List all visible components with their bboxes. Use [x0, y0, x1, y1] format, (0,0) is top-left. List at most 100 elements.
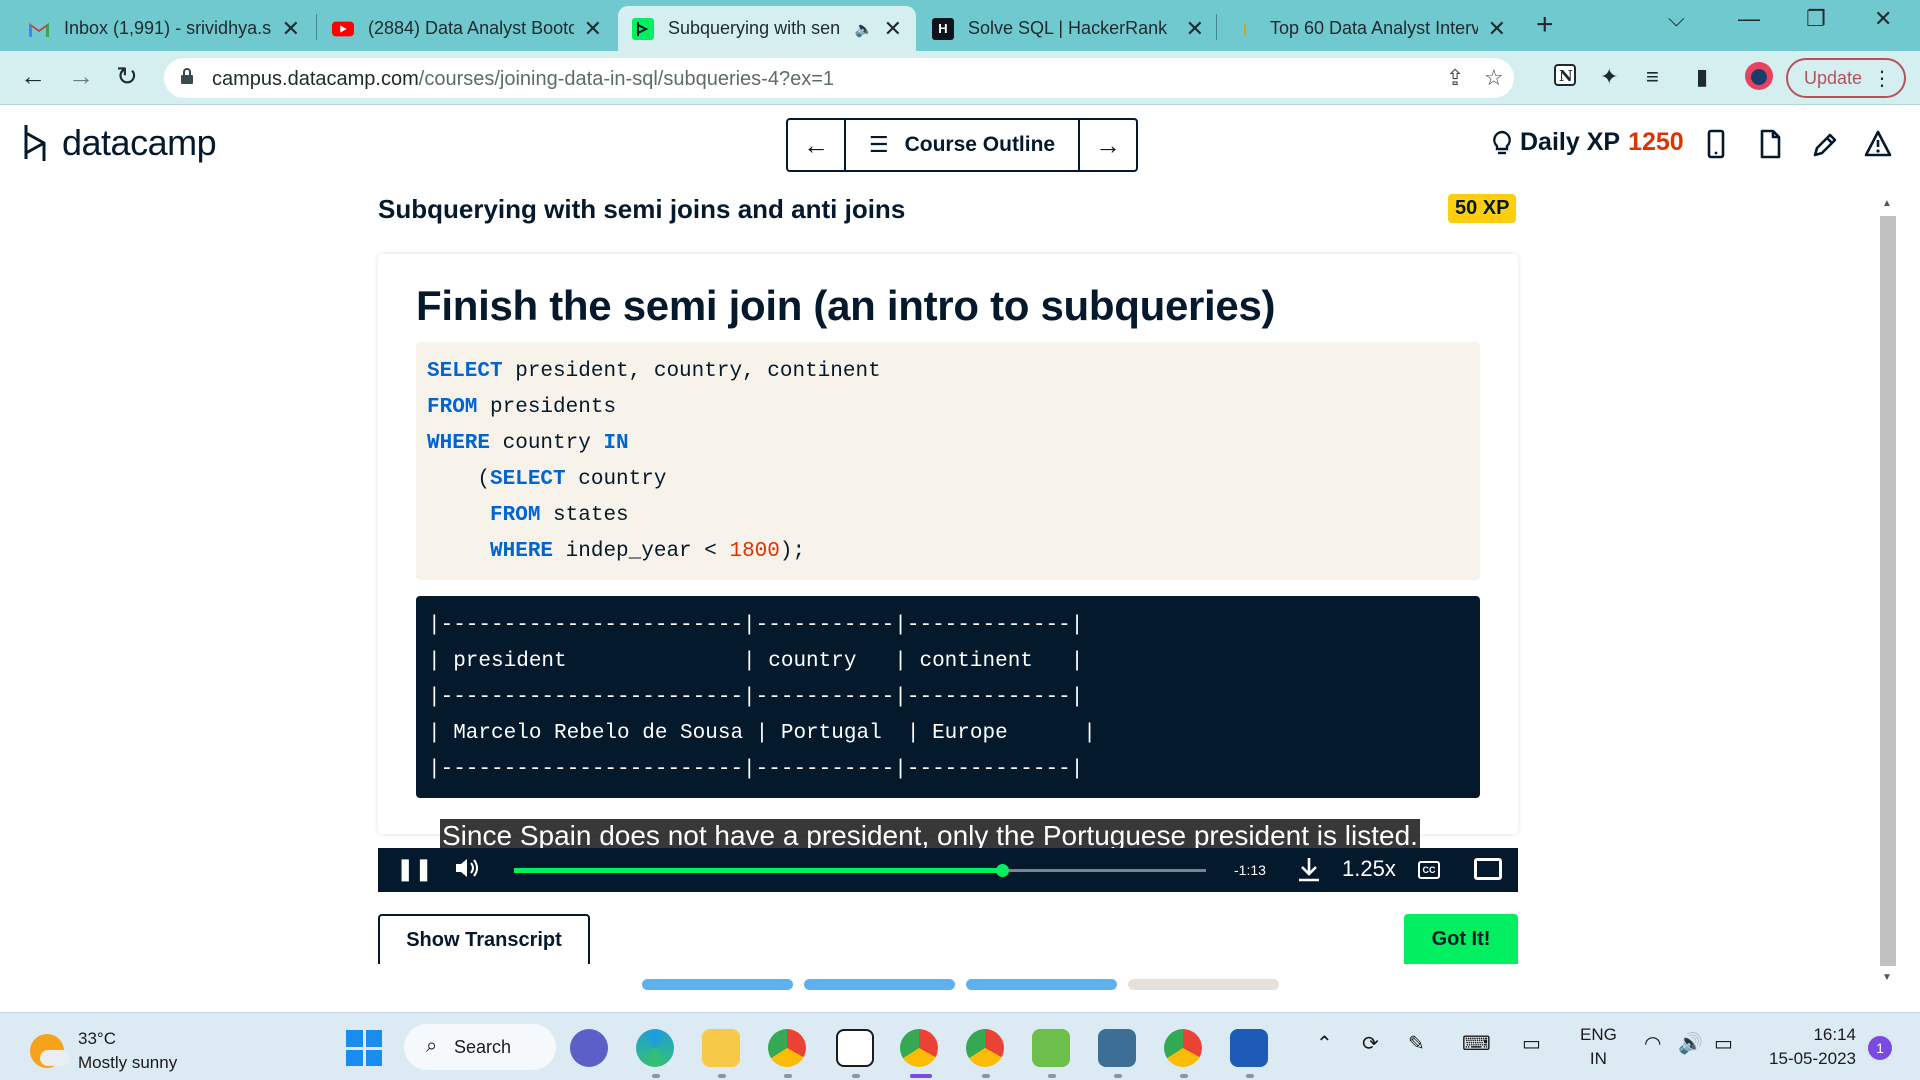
volume-icon[interactable]: [454, 856, 480, 886]
progress-segment[interactable]: [804, 979, 955, 990]
page-scrollbar[interactable]: ▲ ▼: [1878, 192, 1898, 992]
tab-hackerrank[interactable]: H Solve SQL | HackerRank ✕: [918, 6, 1218, 51]
app-running-indicator: [1048, 1074, 1056, 1078]
close-tab-icon[interactable]: ✕: [884, 16, 902, 42]
input-language[interactable]: ENG IN: [1580, 1023, 1617, 1071]
query-result-table: |------------------------|-----------|--…: [416, 596, 1480, 798]
gmail-icon: [28, 18, 50, 40]
back-icon[interactable]: ←: [20, 61, 46, 92]
daily-xp-value: 1250: [1628, 128, 1684, 156]
progress-segment[interactable]: [642, 979, 793, 990]
close-tab-icon[interactable]: ✕: [1186, 16, 1204, 42]
page-icon: |: [1243, 21, 1247, 36]
reload-icon[interactable]: ↻: [116, 61, 138, 92]
progress-segment[interactable]: [966, 979, 1117, 990]
minimize-icon[interactable]: —: [1738, 6, 1760, 32]
close-tab-icon[interactable]: ✕: [584, 16, 602, 42]
url-input[interactable]: campus.datacamp.com/courses/joining-data…: [164, 58, 1514, 98]
svg-text:N: N: [1559, 67, 1573, 85]
show-transcript-button[interactable]: Show Transcript: [378, 914, 590, 964]
side-panel-icon[interactable]: ▮: [1696, 64, 1708, 90]
logo-text: datacamp: [62, 122, 217, 163]
scroll-down-icon[interactable]: ▼: [1882, 972, 1892, 983]
weather-widget[interactable]: 33°C Mostly sunny: [30, 1027, 177, 1075]
speaker-icon[interactable]: 🔈: [855, 20, 874, 38]
pen-menu-icon[interactable]: ✎: [1408, 1031, 1425, 1056]
close-window-icon[interactable]: ✕: [1874, 6, 1892, 32]
datacamp-icon: [632, 17, 654, 40]
file-explorer-icon[interactable]: [702, 1029, 740, 1067]
app-running-indicator: [1180, 1074, 1188, 1078]
forward-icon[interactable]: →: [68, 61, 94, 92]
sql-code-block: SELECT president, country, continent FRO…: [416, 342, 1480, 580]
tab-gmail[interactable]: Inbox (1,991) - srividhya.s ✕: [14, 6, 314, 51]
tab-youtube[interactable]: (2884) Data Analyst Bootc ✕: [318, 6, 616, 51]
mobile-icon[interactable]: [1702, 128, 1730, 160]
video-player-controls: ❚❚ -1:13 1.25x CC: [378, 848, 1518, 892]
show-hidden-icons-chevron-icon[interactable]: ⌃: [1316, 1031, 1333, 1056]
close-tab-icon[interactable]: ✕: [282, 16, 300, 42]
notion-extension-icon[interactable]: N: [1554, 64, 1576, 92]
chrome-icon[interactable]: [768, 1029, 806, 1067]
wifi-icon[interactable]: ◠: [1644, 1031, 1661, 1056]
new-tab-icon[interactable]: +: [1536, 8, 1554, 42]
chrome-profile-3-icon[interactable]: [1164, 1029, 1202, 1067]
system-clock[interactable]: 16:14 15-05-2023: [1762, 1023, 1856, 1071]
restore-icon[interactable]: ❐: [1806, 6, 1826, 32]
daily-xp[interactable]: Daily XP 1250: [1490, 128, 1684, 157]
playback-rate-button[interactable]: 1.25x: [1342, 856, 1396, 882]
course-outline-button[interactable]: ☰ Course Outline: [844, 120, 1080, 170]
tab-interview[interactable]: | Top 60 Data Analyst Interv ✕: [1220, 6, 1520, 51]
mysql-workbench-icon[interactable]: [1098, 1029, 1136, 1067]
fullscreen-icon[interactable]: [1474, 858, 1502, 880]
photo-app-icon[interactable]: [1032, 1029, 1070, 1067]
lesson-title: Subquerying with semi joins and anti joi…: [378, 194, 906, 224]
desktop-icon[interactable]: ▭: [1522, 1031, 1541, 1056]
sync-icon[interactable]: ⟳: [1362, 1031, 1379, 1056]
hackerrank-icon: H: [932, 17, 954, 40]
download-icon[interactable]: [1296, 856, 1322, 888]
report-issue-icon[interactable]: [1864, 128, 1892, 160]
edit-pencil-icon[interactable]: [1810, 128, 1838, 160]
scrollbar-thumb[interactable]: [1880, 216, 1896, 966]
got-it-button[interactable]: Got It!: [1404, 914, 1518, 964]
next-exercise-button[interactable]: →: [1080, 120, 1136, 170]
share-icon[interactable]: ⇪: [1446, 65, 1464, 91]
app-running-indicator: [1114, 1074, 1122, 1078]
word-icon[interactable]: [1230, 1029, 1268, 1067]
video-progress-slider[interactable]: [514, 864, 1206, 877]
chrome-profile-2-icon[interactable]: [966, 1029, 1004, 1067]
battery-icon[interactable]: ▭: [1714, 1031, 1733, 1056]
chrome-profile-icon[interactable]: [900, 1029, 938, 1067]
notification-badge[interactable]: 1: [1868, 1036, 1892, 1060]
teams-icon[interactable]: [570, 1029, 608, 1067]
tab-datacamp[interactable]: Subquerying with sen 🔈 ✕: [618, 6, 916, 51]
scroll-up-icon[interactable]: ▲: [1882, 198, 1892, 209]
notion-icon[interactable]: [836, 1029, 874, 1067]
weather-sun-icon: [30, 1034, 70, 1068]
profile-avatar[interactable]: [1744, 61, 1774, 97]
video-progress-handle[interactable]: [995, 864, 1009, 877]
lock-icon[interactable]: [180, 67, 194, 85]
extensions-puzzle-icon[interactable]: ✦: [1600, 64, 1618, 90]
previous-exercise-button[interactable]: ←: [788, 120, 844, 170]
edge-icon[interactable]: [636, 1029, 674, 1067]
tab-search-chevron-icon[interactable]: ⌵: [1668, 6, 1685, 32]
update-button[interactable]: Update ⋮: [1786, 58, 1906, 98]
taskbar-search[interactable]: ⌕ Search: [404, 1024, 556, 1070]
datacamp-logo[interactable]: datacamp: [22, 122, 217, 164]
tab-title: Inbox (1,991) - srividhya.s: [64, 18, 272, 38]
tab-title: Top 60 Data Analyst Interv: [1270, 18, 1478, 38]
media-control-icon[interactable]: ≡: [1646, 64, 1659, 90]
bookmark-star-icon[interactable]: ☆: [1484, 65, 1504, 91]
close-tab-icon[interactable]: ✕: [1488, 16, 1506, 42]
slide-title: Finish the semi join (an intro to subque…: [416, 282, 1276, 329]
slides-document-icon[interactable]: [1756, 128, 1784, 160]
closed-captions-icon[interactable]: CC: [1418, 861, 1440, 879]
pause-icon[interactable]: ❚❚: [396, 856, 433, 882]
windows-start-icon[interactable]: [346, 1030, 382, 1066]
volume-tray-icon[interactable]: 🔊: [1678, 1031, 1703, 1056]
touch-keyboard-icon[interactable]: ⌨: [1462, 1031, 1491, 1056]
result-line: |------------------------|-----------|--…: [428, 686, 1084, 709]
progress-segment[interactable]: [1128, 979, 1279, 990]
